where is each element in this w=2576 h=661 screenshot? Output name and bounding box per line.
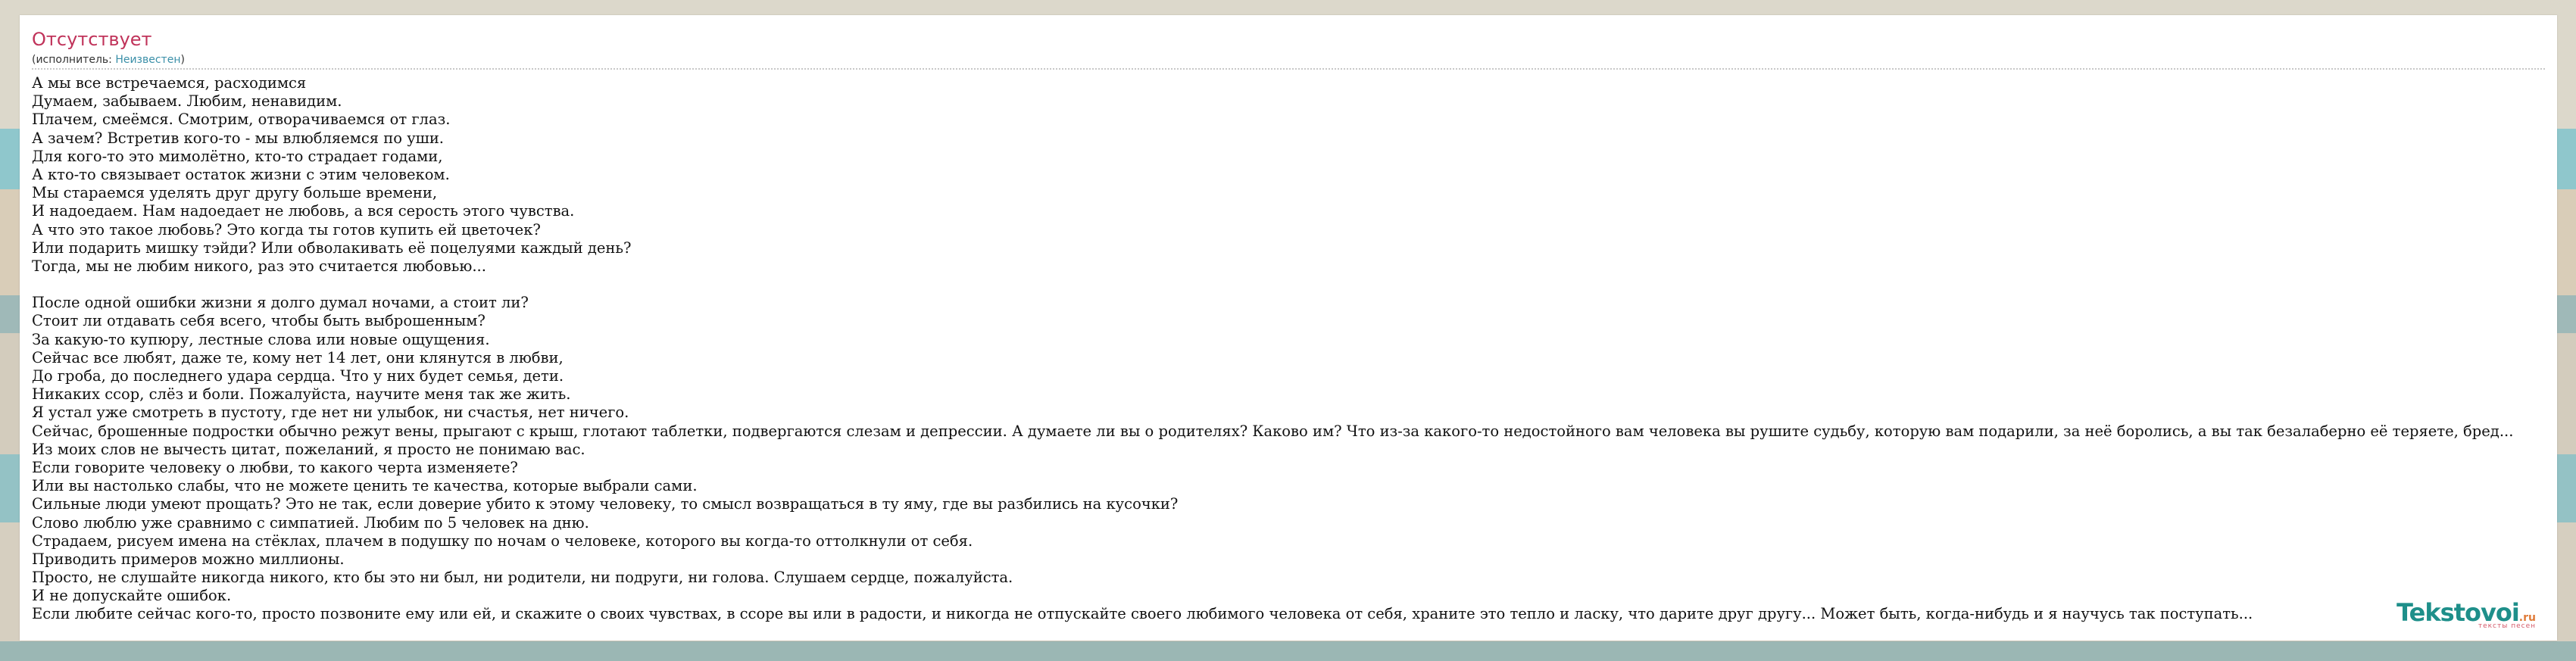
lyric-line: Думаем, забываем. Любим, ненавидим. — [32, 92, 342, 111]
lyric-line: Слово люблю уже сравнимо с симпатией. Лю… — [32, 513, 589, 532]
performer-suffix: ) — [180, 54, 185, 66]
lyric-line: И надоедаем. Нам надоедает не любовь, а … — [32, 202, 575, 220]
lyric-line: Мы стараемся уделять друг другу больше в… — [32, 184, 438, 202]
lyric-line: Сейчас все любят, даже те, кому нет 14 л… — [32, 348, 564, 366]
lyric-line: Если говорите человеку о любви, то каког… — [32, 458, 518, 476]
lyric-line: За какую-то купюру, лестные слова или но… — [32, 330, 490, 348]
lyric-line: Для кого-то это мимолётно, кто-то страда… — [32, 147, 443, 165]
lyric-line: Я устал уже смотреть в пустоту, где нет … — [32, 404, 629, 422]
lyric-line: А кто-то связывает остаток жизни с этим … — [32, 165, 450, 183]
lyric-line: Стоит ли отдавать себя всего, чтобы быть… — [32, 312, 486, 330]
lyric-line: Из моих слов не вычесть цитат, пожеланий… — [32, 440, 585, 458]
performer-link[interactable]: Неизвестен — [115, 54, 180, 66]
lyrics-card: Отсутствует (исполнитель: Неизвестен) А … — [20, 15, 2557, 641]
lyric-line: Сильные люди умеют прощать? Это не так, … — [32, 495, 1179, 513]
lyric-line: Приводить примеров можно миллионы. — [32, 550, 345, 568]
lyric-line: Или подарить мишку тэйди? Или обволакива… — [32, 239, 632, 257]
lyric-line: А мы все встречаемся, расходимся — [32, 74, 307, 92]
title-divider — [32, 68, 2545, 70]
lyric-line: Страдаем, рисуем имена на стёклах, плаче… — [32, 532, 973, 550]
lyric-line: Никаких ссор, слёз и боли. Пожалуйста, н… — [32, 385, 571, 404]
song-title: Отсутствует — [32, 29, 152, 50]
site-logo[interactable]: Tekstovoi.ru тексты песен — [2396, 598, 2536, 630]
lyric-line: Тогда, мы не любим никого, раз это счита… — [32, 257, 486, 275]
lyric-line: Если любите сейчас кого-то, просто позво… — [32, 605, 2253, 623]
lyrics-text: А мы все встречаемся, расходимся Думаем, … — [32, 74, 2557, 624]
lyric-line: Просто, не слушайте никогда никого, кто … — [32, 569, 1013, 587]
lyric-line: И не допускайте ошибок. — [32, 587, 232, 605]
lyric-line: Или вы настолько слабы, что не можете це… — [32, 477, 698, 495]
stanza-break — [32, 276, 2557, 294]
performer-prefix: (исполнитель: — [32, 54, 116, 66]
lyric-line: А что это такое любовь? Это когда ты гот… — [32, 220, 541, 239]
lyric-line: Сейчас, брошенные подростки обычно режут… — [32, 422, 2514, 440]
lyric-line: А зачем? Встретив кого-то - мы влюбляемс… — [32, 129, 445, 147]
lyric-line: До гроба, до последнего удара сердца. Чт… — [32, 367, 564, 385]
lyric-line: После одной ошибки жизни я долго думал н… — [32, 294, 529, 312]
performer-line: (исполнитель: Неизвестен) — [32, 53, 185, 67]
lyric-line: Плачем, смеёмся. Смотрим, отворачиваемся… — [32, 111, 451, 129]
footer-band — [0, 641, 2576, 661]
